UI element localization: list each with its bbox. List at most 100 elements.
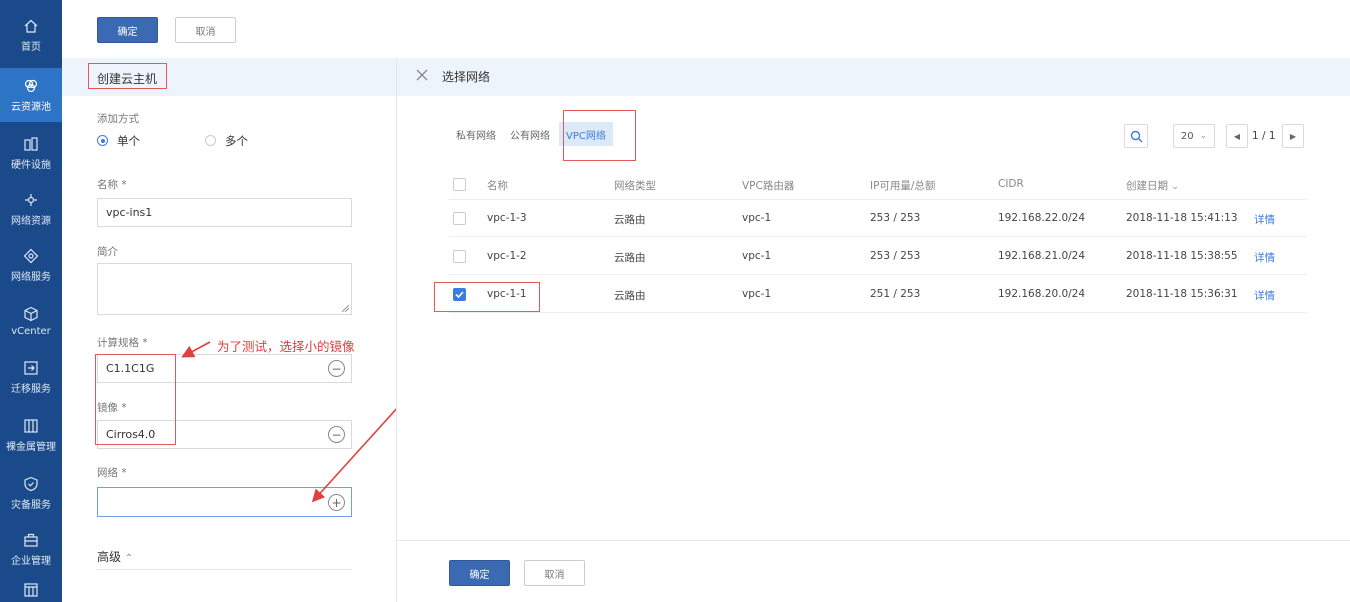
mode-single-radio[interactable] (97, 135, 108, 146)
sidebar-item-label: 云资源池 (11, 101, 51, 113)
cloud-pool-icon (24, 79, 38, 92)
sidebar: 首页 云资源池 硬件设施 网络资源 网络服务 vCenter 迁移服务 裸金属管… (0, 0, 62, 602)
cancel-button[interactable]: 取消 (175, 17, 236, 43)
network-select-panel: 选择网络 私有网络 公有网络 VPC网络 20 ⌄ ◀ 1 / 1 ▶ 名称 网… (396, 58, 1350, 602)
tab-public-network[interactable]: 公有网络 (503, 122, 557, 146)
add-network-icon[interactable]: + (328, 494, 345, 511)
sidebar-item-disaster-recovery[interactable]: 灾备服务 (0, 466, 62, 520)
network-service-icon (23, 248, 39, 263)
hardware-icon (24, 136, 38, 151)
detail-link[interactable]: 详情 (1254, 250, 1275, 265)
column-header-date-label: 创建日期 (1126, 180, 1168, 192)
highlight-box (434, 282, 540, 312)
divider (97, 569, 352, 570)
network-resource-icon (25, 193, 37, 206)
sidebar-item-vcenter[interactable]: vCenter (0, 294, 62, 348)
sidebar-item-network-resource[interactable]: 网络资源 (0, 182, 62, 236)
chevron-down-icon: ⌄ (1199, 131, 1208, 141)
search-button[interactable] (1124, 124, 1148, 148)
table-row[interactable]: vpc-1-1 云路由 vpc-1 251 / 253 192.168.20.0… (449, 276, 1307, 313)
column-header-date[interactable]: 创建日期 ⌄ (1126, 178, 1179, 193)
cell-name: vpc-1-2 (487, 250, 527, 262)
description-textarea[interactable] (97, 263, 352, 315)
page-title: 创建云主机 (97, 72, 158, 86)
annotation-text: 为了测试，选择小的镜像 (217, 339, 355, 354)
cell-ip: 251 / 253 (870, 288, 921, 300)
next-page-button[interactable]: ▶ (1282, 124, 1304, 148)
spec-label: 计算规格 * (97, 337, 148, 349)
page-size-value: 20 (1180, 130, 1194, 142)
sidebar-item-enterprise[interactable]: 企业管理 (0, 522, 62, 576)
sidebar-item-network-service[interactable]: 网络服务 (0, 238, 62, 292)
chevron-up-icon: ⌃ (124, 553, 134, 564)
table-row[interactable]: vpc-1-3 云路由 vpc-1 253 / 253 192.168.22.0… (449, 200, 1307, 237)
search-icon (1130, 130, 1143, 143)
column-header-cidr: CIDR (998, 178, 1024, 190)
sidebar-item-label: 迁移服务 (11, 383, 51, 395)
sidebar-item-label: 企业管理 (11, 555, 51, 567)
cell-name: vpc-1-3 (487, 212, 527, 224)
sidebar-item-migration[interactable]: 迁移服务 (0, 350, 62, 404)
mode-single-label: 单个 (117, 134, 140, 148)
cell-date: 2018-11-18 15:38:55 (1126, 250, 1238, 262)
table-row[interactable]: vpc-1-2 云路由 vpc-1 253 / 253 192.168.21.0… (449, 238, 1307, 275)
sidebar-item-home[interactable]: 首页 (0, 8, 62, 62)
cell-cidr: 192.168.20.0/24 (998, 288, 1086, 300)
disaster-recovery-icon (24, 476, 38, 491)
cell-router: vpc-1 (742, 288, 772, 300)
sidebar-item-cloud-pool[interactable]: 云资源池 (0, 68, 62, 122)
name-label: 名称 * (97, 179, 127, 191)
top-toolbar: 确定 取消 (62, 0, 1350, 58)
confirm-button[interactable]: 确定 (97, 17, 158, 43)
cell-cidr: 192.168.22.0/24 (998, 212, 1086, 224)
name-input[interactable]: vpc-ins1 (97, 198, 352, 227)
cell-cidr: 192.168.21.0/24 (998, 250, 1086, 262)
detail-link[interactable]: 详情 (1254, 288, 1275, 303)
page-info: 1 / 1 (1252, 130, 1276, 142)
panel-cancel-button[interactable]: 取消 (524, 560, 585, 586)
column-header-ip: IP可用量/总额 (870, 180, 936, 192)
cell-ip: 253 / 253 (870, 212, 921, 224)
add-mode-label: 添加方式 (97, 113, 139, 125)
panel-header (397, 58, 1350, 96)
cell-date: 2018-11-18 15:36:31 (1126, 288, 1238, 300)
sidebar-item-bare-metal[interactable]: 裸金属管理 (0, 408, 62, 462)
cell-type: 云路由 (614, 290, 646, 302)
column-header-type: 网络类型 (614, 180, 656, 192)
row-checkbox[interactable] (453, 250, 466, 263)
grid-icon (24, 583, 38, 597)
sidebar-item-more[interactable] (0, 582, 62, 602)
cell-type: 云路由 (614, 214, 646, 226)
advanced-section-label[interactable]: 高级 ⌃ (97, 548, 133, 565)
close-icon[interactable] (415, 68, 429, 82)
remove-image-icon[interactable]: − (328, 426, 345, 443)
description-label: 简介 (97, 246, 118, 258)
sidebar-item-hardware[interactable]: 硬件设施 (0, 126, 62, 180)
chevron-right-icon: ▶ (1289, 131, 1297, 141)
row-checkbox[interactable] (453, 212, 466, 225)
chevron-left-icon: ◀ (1233, 131, 1241, 141)
resize-handle-icon[interactable] (342, 305, 349, 312)
prev-page-button[interactable]: ◀ (1226, 124, 1248, 148)
cell-date: 2018-11-18 15:41:13 (1126, 212, 1238, 224)
vcenter-icon (24, 306, 38, 321)
detail-link[interactable]: 详情 (1254, 212, 1275, 227)
select-all-checkbox[interactable] (453, 178, 466, 191)
home-icon (24, 19, 38, 33)
page-size-select[interactable]: 20 ⌄ (1173, 124, 1215, 148)
enterprise-icon (24, 533, 38, 547)
sidebar-item-label: 网络服务 (11, 271, 51, 283)
mode-multi-radio[interactable] (205, 135, 216, 146)
highlight-box (95, 354, 176, 445)
network-field[interactable] (97, 487, 352, 517)
panel-confirm-button[interactable]: 确定 (449, 560, 510, 586)
tab-private-network[interactable]: 私有网络 (449, 122, 503, 146)
sidebar-item-label: 灾备服务 (11, 499, 51, 511)
bare-metal-icon (24, 418, 38, 433)
cell-ip: 253 / 253 (870, 250, 921, 262)
migration-icon (24, 360, 38, 375)
cell-router: vpc-1 (742, 250, 772, 262)
remove-spec-icon[interactable]: − (328, 360, 345, 377)
cell-type: 云路由 (614, 252, 646, 264)
highlight-box (563, 110, 636, 161)
